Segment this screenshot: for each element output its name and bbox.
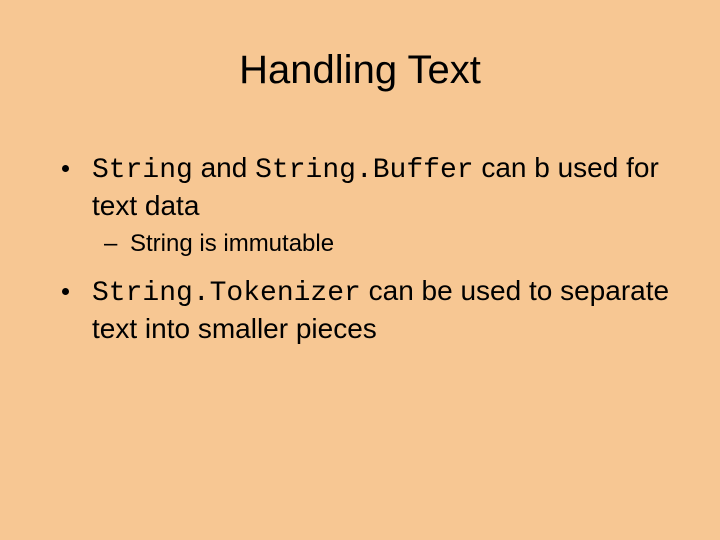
slide: Handling Text String and String.Buffer c… [0, 0, 720, 540]
text-and: and [193, 152, 255, 183]
dash-icon: – [104, 229, 117, 259]
sub-bullet-text: String is immutable [130, 230, 334, 257]
code-stringbuffer: String.Buffer [255, 155, 473, 186]
sub-bullet-1: – String is immutable [62, 229, 680, 259]
bullet-1: String and String.Buffer can b used for … [62, 150, 680, 223]
bullet-icon [62, 288, 69, 295]
bullet-2: String.Tokenizer can be used to separate… [62, 273, 680, 346]
slide-body: String and String.Buffer can b used for … [62, 150, 680, 352]
code-stringtokenizer: String.Tokenizer [92, 278, 361, 309]
bullet-icon [62, 165, 69, 172]
code-string: String [92, 155, 193, 186]
slide-title: Handling Text [0, 48, 720, 93]
